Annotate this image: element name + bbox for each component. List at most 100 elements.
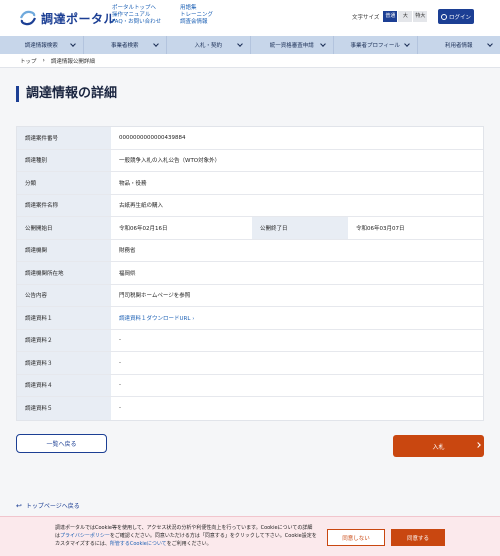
portal-top-link[interactable]: ポータルトップへ bbox=[112, 5, 161, 12]
nav-item-label: 事業者検索 bbox=[110, 43, 139, 49]
survey-link[interactable]: 調査会情報 bbox=[180, 19, 213, 26]
table-row: 調達資料５ - bbox=[17, 397, 483, 420]
table-row: 公開開始日 令和06年02月16日 公開終了日 令和06年03月07日 bbox=[17, 217, 483, 240]
nav-item-business-profile[interactable]: 事業者プロフィール bbox=[334, 36, 418, 54]
back-to-list-button[interactable]: 一覧へ戻る bbox=[16, 434, 107, 453]
site-logo[interactable]: 調達ポータル bbox=[18, 9, 116, 27]
row-label: 調達案件番号 bbox=[17, 127, 111, 149]
doc2-value: - bbox=[119, 337, 121, 344]
bid-label: 入札 bbox=[432, 443, 445, 451]
row-label: 調達資料２ bbox=[17, 329, 111, 351]
header-links-secondary: 用語集 トレーニング 調査会情報 bbox=[180, 5, 213, 26]
end-date-value: 令和06年03月07日 bbox=[356, 225, 405, 232]
table-row: 調達資料１ 調達資料１ダウンロードURL › bbox=[17, 307, 483, 330]
cookie-accept-button[interactable]: 同意する bbox=[391, 529, 445, 546]
back-to-top-link[interactable]: ↩ トップページへ戻る bbox=[16, 501, 80, 511]
chevron-down-icon bbox=[403, 41, 410, 47]
logo-mark-icon bbox=[19, 10, 37, 26]
main-nav: 調達情報検索 事業者検索 入札・契約 統一資格審査申請 事業者プロフィール 利用… bbox=[0, 36, 500, 54]
table-row: 調達種別 一般競争入札の入札公告（WTO対象外） bbox=[17, 149, 483, 172]
nav-item-user-info[interactable]: 利用者情報 bbox=[418, 36, 500, 54]
table-row: 調達資料３ - bbox=[17, 352, 483, 375]
table-row: 調達資料２ - bbox=[17, 329, 483, 352]
table-row: 調達案件名称 古紙再生紙の購入 bbox=[17, 194, 483, 217]
privacy-policy-link[interactable]: プライバシーポリシー bbox=[60, 533, 110, 539]
font-size-normal-button[interactable]: 普通 bbox=[383, 11, 398, 22]
table-row: 調達案件番号 0000000000000439884 bbox=[17, 127, 483, 150]
row-label: 調達機関 bbox=[17, 239, 111, 261]
cookie-decline-button[interactable]: 同意しない bbox=[327, 529, 385, 546]
table-row: 調達機関所在地 福岡県 bbox=[17, 262, 483, 285]
table-row: 分類 物品・役務 bbox=[17, 172, 483, 195]
chevron-down-icon bbox=[69, 41, 76, 47]
breadcrumb: トップ › 調達情報公開詳細 bbox=[0, 54, 500, 68]
table-row: 調達資料４ - bbox=[17, 374, 483, 397]
row-label: 調達種別 bbox=[17, 149, 111, 171]
manual-link[interactable]: 操作マニュアル bbox=[112, 12, 161, 19]
login-label: ログイン bbox=[448, 14, 471, 21]
detail-table: 調達案件番号 0000000000000439884 調達種別 一般競争入札の入… bbox=[16, 126, 484, 421]
nav-item-qualification[interactable]: 統一資格審査申請 bbox=[251, 36, 334, 54]
doc1-download-label: 調達資料１ダウンロードURL bbox=[119, 315, 191, 322]
row-label: 調達資料１ bbox=[17, 307, 111, 329]
cookie-settings-link[interactable]: 所管するCookieについて bbox=[110, 541, 167, 547]
nav-item-bidding[interactable]: 入札・契約 bbox=[167, 36, 251, 54]
nav-item-label: 調達情報検索 bbox=[24, 43, 58, 49]
case-name-value: 古紙再生紙の購入 bbox=[119, 203, 164, 210]
row-label: 分類 bbox=[17, 172, 111, 194]
doc1-cell: 調達資料１ダウンロードURL › bbox=[111, 307, 483, 329]
external-link-icon: › bbox=[192, 315, 195, 322]
content-value: 門司税関ホームページを参照 bbox=[119, 293, 191, 300]
bid-button[interactable]: 入札 bbox=[393, 435, 484, 457]
chevron-right-icon bbox=[475, 442, 481, 448]
category-value: 物品・役務 bbox=[119, 180, 147, 187]
row-label: 調達資料３ bbox=[17, 352, 111, 374]
chevron-down-icon bbox=[487, 41, 493, 47]
row-label: 調達機関所在地 bbox=[17, 262, 111, 284]
table-row: 公告内容 門司税関ホームページを参照 bbox=[17, 284, 483, 307]
nav-item-label: 入札・契約 bbox=[194, 43, 222, 49]
login-button[interactable]: ログイン bbox=[438, 9, 474, 24]
site-header: 調達ポータル ポータルトップへ 操作マニュアル FAQ・お問い合わせ 用語集 ト… bbox=[0, 0, 500, 36]
row-label: 公告内容 bbox=[17, 284, 111, 306]
breadcrumb-current: 調達情報公開詳細 bbox=[50, 58, 95, 65]
breadcrumb-home[interactable]: トップ bbox=[20, 57, 37, 65]
user-icon bbox=[440, 13, 447, 20]
cookie-message: 調達ポータルではCookie等を使用して、アクセス状況の分析や利便性向上を行って… bbox=[55, 524, 317, 548]
nav-item-label: 利用者情報 bbox=[444, 43, 473, 49]
nav-item-procurement-search[interactable]: 調達情報検索 bbox=[0, 36, 84, 54]
chevron-down-icon bbox=[153, 41, 159, 47]
row-label: 調達資料５ bbox=[17, 397, 111, 420]
cookie-banner: 調達ポータルではCookie等を使用して、アクセス状況の分析や利便性向上を行って… bbox=[0, 516, 500, 556]
doc4-value: - bbox=[119, 382, 121, 389]
agency-value: 財務省 bbox=[119, 248, 136, 255]
nav-item-label: 統一資格審査申請 bbox=[269, 43, 314, 49]
chevron-down-icon bbox=[236, 41, 243, 47]
font-size-xlarge-button[interactable]: 特大 bbox=[413, 11, 428, 22]
nav-item-business-search[interactable]: 事業者検索 bbox=[84, 36, 167, 54]
row-label: 公開開始日 bbox=[17, 217, 111, 239]
location-value: 福岡県 bbox=[119, 270, 136, 277]
cookie-text-part: をご利用ください。 bbox=[166, 541, 212, 547]
doc1-download-link[interactable]: 調達資料１ダウンロードURL › bbox=[119, 314, 194, 322]
doc3-value: - bbox=[119, 359, 121, 366]
nav-item-label: 事業者プロフィール bbox=[350, 43, 400, 49]
row-label: 調達案件名称 bbox=[17, 194, 111, 216]
type-value: 一般競争入札の入札公告（WTO対象外） bbox=[119, 158, 221, 165]
return-arrow-icon: ↩ bbox=[16, 501, 22, 510]
case-number-value: 0000000000000439884 bbox=[119, 134, 186, 141]
training-link[interactable]: トレーニング bbox=[180, 12, 213, 19]
font-size-large-button[interactable]: 大 bbox=[398, 11, 413, 22]
logo-text: 調達ポータル bbox=[41, 11, 117, 26]
glossary-link[interactable]: 用語集 bbox=[180, 5, 213, 12]
font-size-switcher: 文字サイズ 普通 大 特大 bbox=[352, 11, 428, 22]
header-links-primary: ポータルトップへ 操作マニュアル FAQ・お問い合わせ bbox=[112, 5, 161, 26]
doc5-value: - bbox=[119, 405, 121, 412]
row-label: 公開終了日 bbox=[252, 217, 348, 239]
row-label: 調達資料４ bbox=[17, 374, 111, 396]
back-to-top-label: トップページへ戻る bbox=[25, 503, 80, 510]
chevron-down-icon bbox=[320, 41, 326, 47]
chevron-right-icon: › bbox=[42, 57, 45, 64]
faq-link[interactable]: FAQ・お問い合わせ bbox=[112, 19, 161, 26]
table-row: 調達機関 財務省 bbox=[17, 239, 483, 262]
